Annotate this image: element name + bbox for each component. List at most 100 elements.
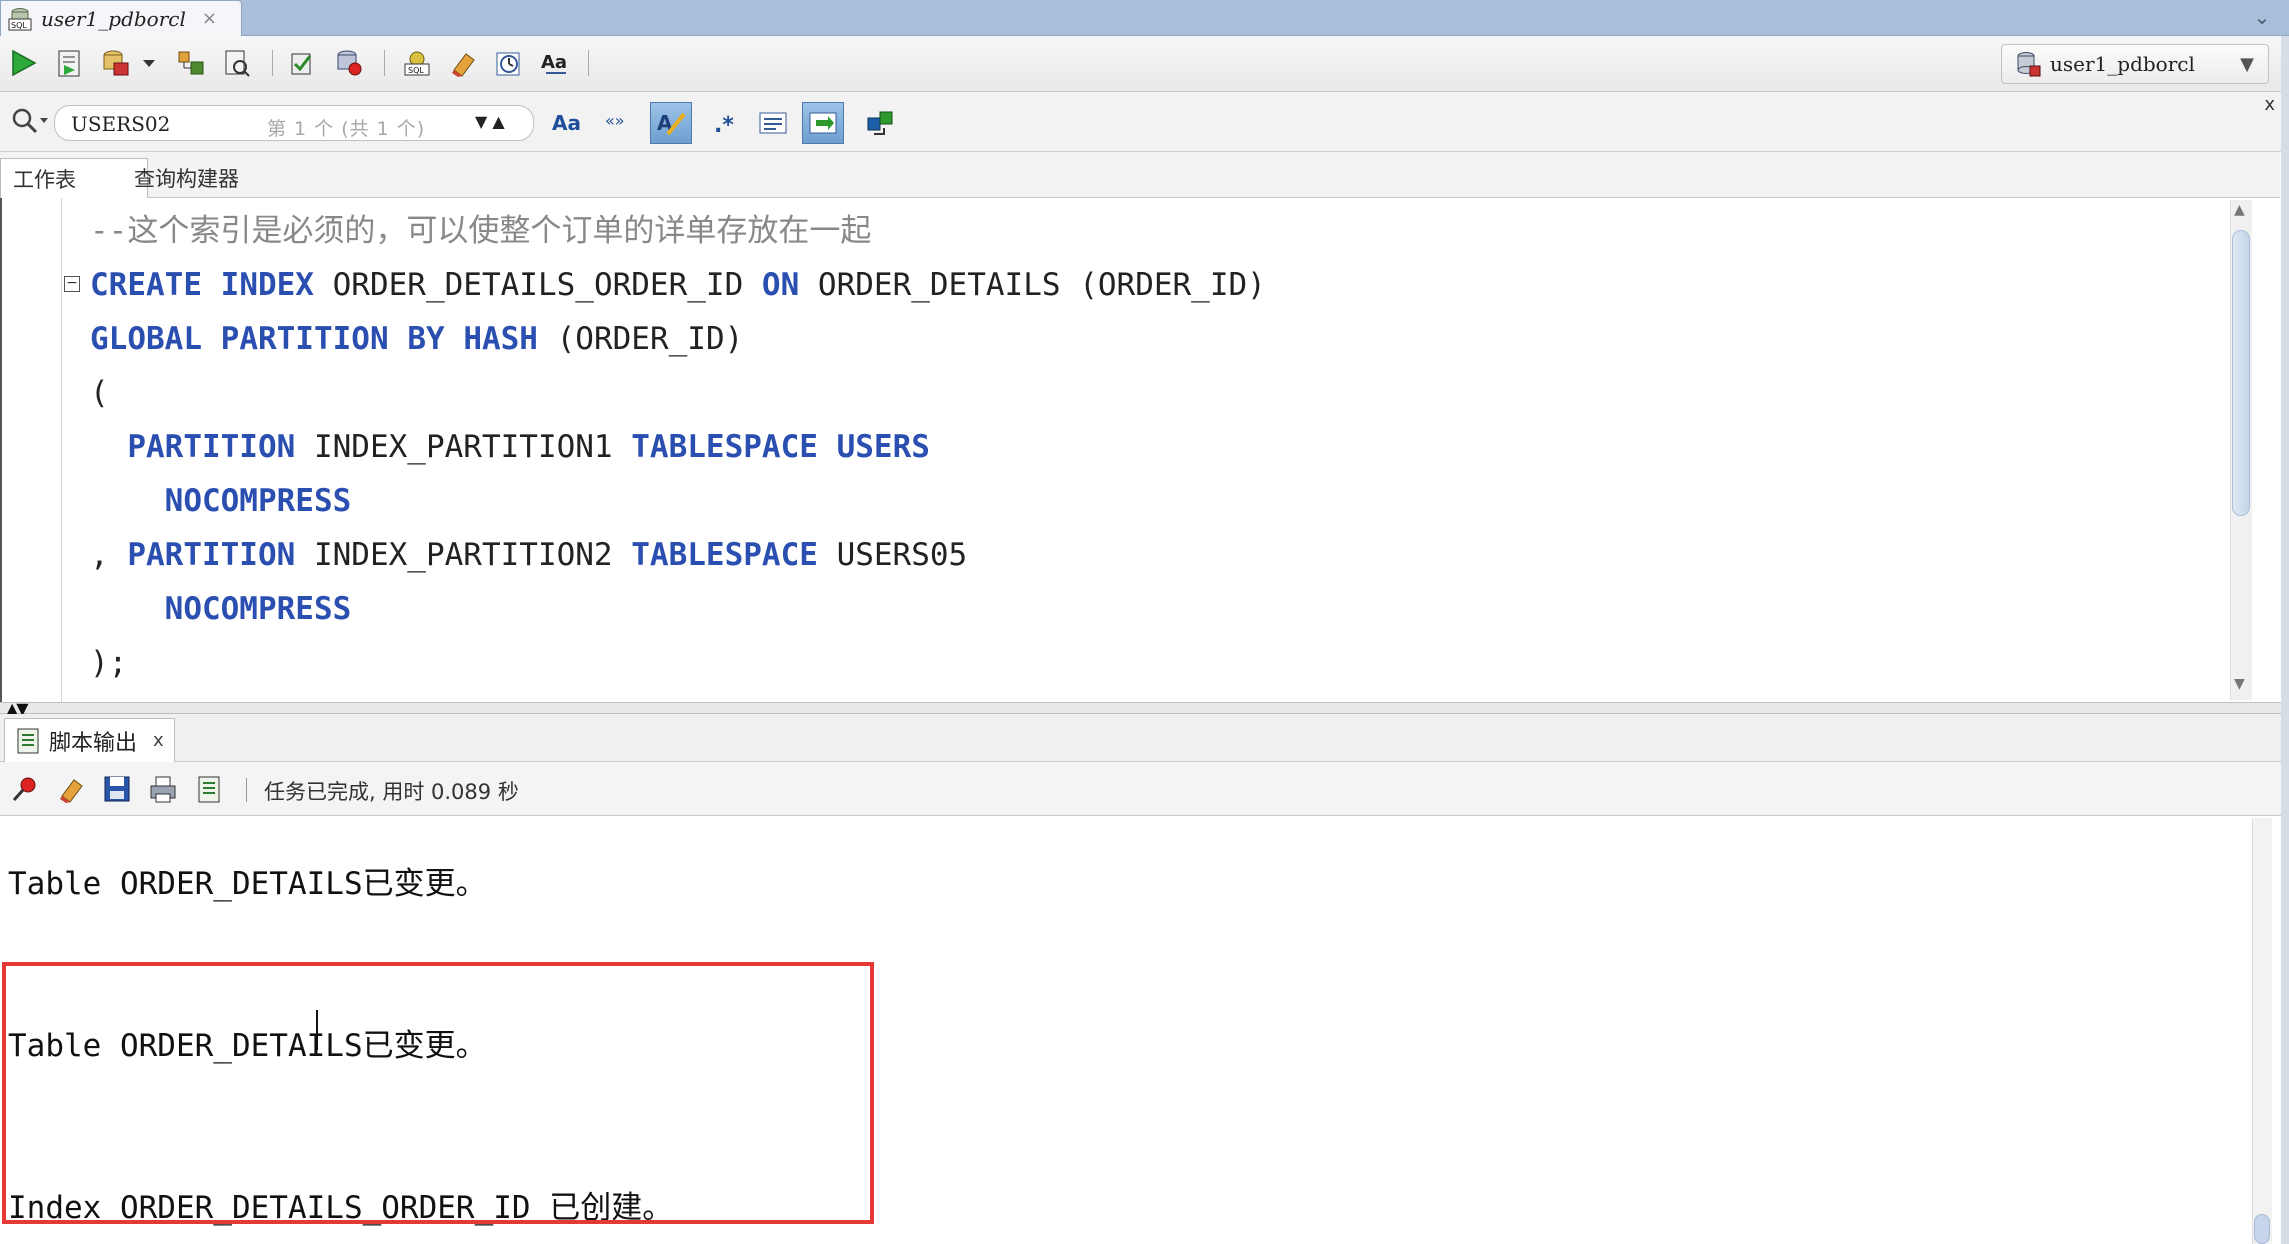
- output-toolbar: 任务已完成, 用时 0.089 秒: [0, 762, 2289, 816]
- sql-token: INDEX_PARTITION1: [295, 429, 632, 465]
- find-query-text: USERS02: [71, 112, 171, 136]
- wrap-search-icon[interactable]: [752, 102, 794, 144]
- sql-editor[interactable]: − --这个索引是必须的，可以使整个订单的详单存放在一起 CREATE INDEX…: [0, 198, 2261, 702]
- task-status-text: 任务已完成, 用时 0.089 秒: [264, 780, 519, 804]
- output-scrollbar[interactable]: [2252, 818, 2272, 1244]
- code-line: (: [90, 366, 1266, 420]
- code-line: GLOBAL PARTITION BY HASH (ORDER_ID): [90, 312, 1266, 366]
- sql-token: ORDER_DETAILS_ORDER_ID: [313, 267, 762, 303]
- tab-worksheet-label: 工作表: [13, 168, 76, 192]
- sql-token: INDEX_PARTITION2: [295, 537, 632, 573]
- incremental-search-icon[interactable]: [802, 102, 844, 144]
- sql-keyword: PARTITION: [127, 537, 296, 573]
- clear-icon[interactable]: [444, 44, 482, 82]
- search-options-icon[interactable]: [10, 106, 52, 138]
- close-find-icon[interactable]: x: [2264, 94, 2275, 115]
- sql-keyword: USERS: [836, 429, 930, 465]
- sql-token: USERS05: [817, 537, 968, 573]
- close-tab-icon[interactable]: ×: [202, 8, 217, 29]
- code-line: , PARTITION INDEX_PARTITION2 TABLESPACE …: [90, 528, 1266, 582]
- sql-token: (ORDER_ID): [537, 321, 744, 357]
- output-line: Table ORDER_DETAILS已变更。: [8, 866, 487, 902]
- run-script-icon[interactable]: [50, 44, 88, 82]
- sql-token: ,: [90, 537, 128, 573]
- svg-text:«»: «»: [605, 111, 625, 130]
- editor-gutter: [2, 198, 62, 702]
- tab-list-menu-icon[interactable]: ⌄: [2247, 4, 2277, 32]
- sql-worksheet-icon: SQL: [8, 7, 32, 30]
- svg-text:Aa: Aa: [552, 111, 581, 135]
- sql-tuning-icon[interactable]: [284, 44, 322, 82]
- close-output-icon[interactable]: x: [153, 730, 164, 751]
- tab-script-output[interactable]: 脚本输出 x: [4, 718, 175, 762]
- sql-keyword: HASH: [463, 321, 538, 357]
- sql-keyword: TABLESPACE: [631, 537, 818, 573]
- sql-keyword: INDEX: [220, 267, 314, 303]
- database-connection-icon: [2017, 52, 2041, 77]
- whole-word-icon[interactable]: «»: [598, 102, 640, 144]
- match-case-icon[interactable]: Aa: [546, 102, 588, 144]
- svg-text:.*: .*: [714, 113, 734, 138]
- find-input[interactable]: USERS02 第 1 个 (共 1 个) ▼ ▲: [54, 105, 534, 141]
- code-area[interactable]: --这个索引是必须的，可以使整个订单的详单存放在一起 CREATE INDEX O…: [90, 204, 1266, 690]
- rollback-icon[interactable]: [330, 44, 368, 82]
- regex-icon[interactable]: .*: [702, 102, 744, 144]
- tab-query-builder[interactable]: 查询构建器: [122, 158, 251, 198]
- tab-worksheet-user1[interactable]: SQL user1_pdborcl ×: [0, 0, 242, 36]
- format-icon[interactable]: Aa: [536, 44, 574, 82]
- svg-text:SQL: SQL: [11, 21, 27, 30]
- panel-splitter[interactable]: ▲▼: [0, 699, 2289, 718]
- sql-token: );: [90, 645, 128, 681]
- highlight-matches-icon[interactable]: A: [650, 102, 692, 144]
- find-nav: ▼ ▲: [475, 112, 505, 131]
- scroll-down-icon[interactable]: ▼: [2234, 676, 2245, 692]
- sql-token: (: [90, 375, 109, 411]
- fold-collapse-icon[interactable]: −: [64, 276, 80, 292]
- tab-query-builder-label: 查询构建器: [134, 167, 239, 191]
- output-tab-bar: 脚本输出 x: [0, 714, 2289, 762]
- svg-text:Aa: Aa: [541, 52, 567, 73]
- open-file-icon[interactable]: [190, 770, 228, 808]
- run-statement-icon[interactable]: [4, 44, 42, 82]
- commit-icon[interactable]: [96, 44, 134, 82]
- scroll-up-icon[interactable]: ▲: [2234, 202, 2245, 218]
- sql-keyword: PARTITION: [127, 429, 296, 465]
- clear-output-icon[interactable]: [52, 770, 90, 808]
- output-scrollbar-thumb[interactable]: [2254, 1214, 2270, 1244]
- code-line: NOCOMPRESS: [90, 474, 1266, 528]
- history-icon[interactable]: [490, 44, 528, 82]
- sql-keyword: PARTITION: [220, 321, 389, 357]
- print-icon[interactable]: [144, 770, 182, 808]
- script-output-icon: [17, 728, 39, 753]
- autotrace-icon[interactable]: [218, 44, 256, 82]
- find-match-status: 第 1 个 (共 1 个): [267, 118, 426, 140]
- dropdown-arrow-icon[interactable]: [138, 44, 160, 82]
- replace-icon[interactable]: [860, 102, 902, 144]
- code-line: --这个索引是必须的，可以使整个订单的详单存放在一起: [90, 204, 1266, 258]
- worksheet-toolbar: SQL Aa user1_pdborcl ▼: [0, 36, 2289, 92]
- explain-plan-icon[interactable]: [172, 44, 210, 82]
- connection-select[interactable]: user1_pdborcl ▼: [2001, 44, 2269, 84]
- sql-keyword: CREATE: [90, 267, 202, 303]
- connection-label: user1_pdborcl: [2050, 52, 2195, 76]
- sql-keyword: BY: [407, 321, 445, 357]
- tab-title: user1_pdborcl: [41, 6, 186, 31]
- pin-icon[interactable]: [6, 770, 44, 808]
- unshared-sql-icon[interactable]: SQL: [398, 44, 436, 82]
- find-previous-icon[interactable]: ▲: [492, 112, 504, 131]
- code-line: PARTITION INDEX_PARTITION1 TABLESPACE US…: [90, 420, 1266, 474]
- editor-scrollbar-thumb[interactable]: [2232, 230, 2250, 516]
- find-next-icon[interactable]: ▼: [475, 112, 487, 131]
- save-icon[interactable]: [98, 770, 136, 808]
- document-tab-strip: [0, 0, 2289, 36]
- window-edge: [2281, 36, 2289, 1244]
- sql-keyword: NOCOMPRESS: [164, 483, 352, 519]
- svg-text:SQL: SQL: [408, 66, 424, 75]
